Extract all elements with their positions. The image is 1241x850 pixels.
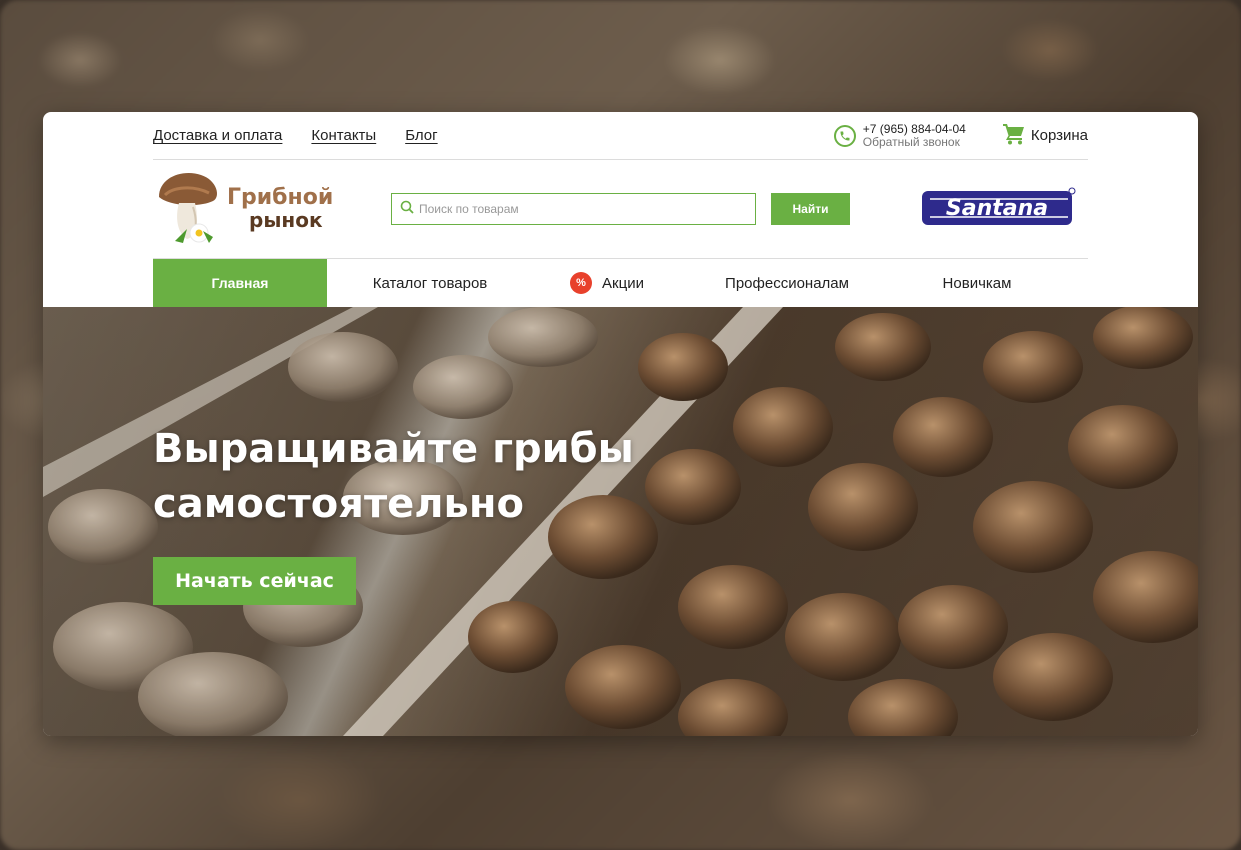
phone-icon [833, 124, 856, 147]
search-button[interactable]: Найти [771, 193, 850, 225]
delivery-link[interactable]: Доставка и оплата [153, 127, 282, 144]
santana-brand-logo[interactable]: Santana [920, 185, 1076, 234]
logo-subtitle: рынок [249, 208, 323, 232]
contacts-link[interactable]: Контакты [311, 127, 376, 144]
site-logo[interactable]: Грибной рынок [153, 167, 391, 251]
cart-label: Корзина [1030, 127, 1088, 144]
hero-banner: Выращивайте грибы самостоятельно Начать … [43, 307, 1198, 736]
top-bar: Доставка и оплата Контакты Блог +7 (965)… [153, 112, 1088, 160]
mushroom-logo-icon [153, 167, 223, 252]
promo-percent-icon: % [570, 272, 593, 294]
callback-link[interactable]: Обратный звонок [863, 135, 966, 149]
contact-block[interactable]: +7 (965) 884-04-04 Обратный звонок [833, 122, 966, 149]
cart-button[interactable]: Корзина [1002, 123, 1088, 149]
nav-home[interactable]: Главная [153, 259, 327, 307]
hero-title: Выращивайте грибы самостоятельно [153, 422, 634, 532]
nav-catalog[interactable]: Каталог товаров [327, 259, 533, 307]
hero-title-line-1: Выращивайте грибы [153, 426, 634, 472]
header-row: Грибной рынок Найти Santana [153, 160, 1088, 259]
cart-icon [1002, 123, 1026, 149]
hero-title-line-2: самостоятельно [153, 481, 524, 527]
search-input[interactable] [419, 202, 739, 216]
main-nav: Главная Каталог товаров % Акции Професси… [153, 259, 1088, 307]
start-now-button[interactable]: Начать сейчас [153, 557, 356, 605]
search-box [391, 193, 756, 225]
nav-promotions[interactable]: % Акции [533, 259, 681, 307]
brand-wordmark: Santana [946, 196, 1048, 221]
logo-title: Грибной [227, 185, 334, 210]
phone-number[interactable]: +7 (965) 884-04-04 [863, 122, 966, 136]
top-links: Доставка и оплата Контакты Блог [153, 127, 438, 144]
nav-professionals[interactable]: Профессионалам [681, 259, 893, 307]
blog-link[interactable]: Блог [405, 127, 437, 144]
website-card: Доставка и оплата Контакты Блог +7 (965)… [43, 112, 1198, 736]
nav-beginners[interactable]: Новичкам [893, 259, 1061, 307]
nav-promotions-label: Акции [602, 274, 644, 292]
search-icon [400, 200, 414, 219]
